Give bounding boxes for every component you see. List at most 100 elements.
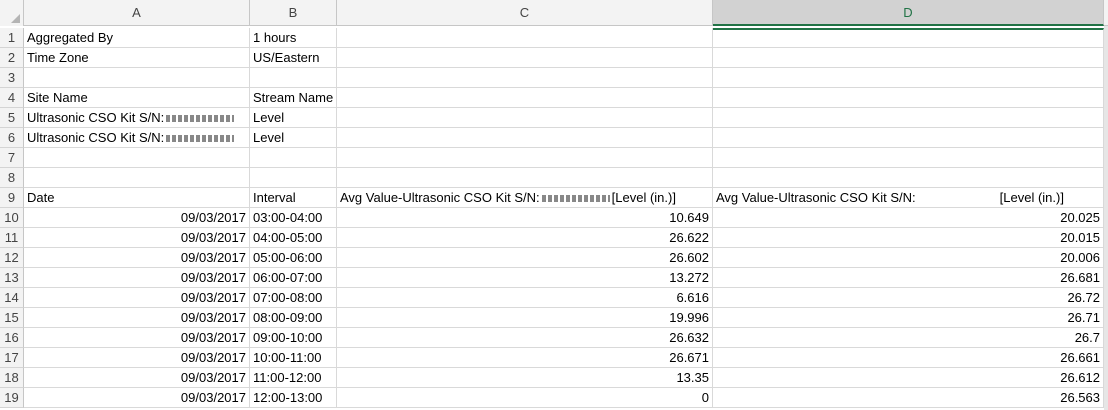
cell-b9[interactable]: Interval — [250, 188, 337, 208]
cell-b17[interactable]: 10:00-11:00 — [250, 348, 337, 368]
column-header-d[interactable]: D — [713, 0, 1104, 26]
cell-b2[interactable]: US/Eastern — [250, 48, 337, 68]
cell-d15[interactable]: 26.71 — [713, 308, 1104, 328]
row-header[interactable]: 5 — [0, 108, 24, 128]
cell-a16[interactable]: 09/03/2017 — [24, 328, 250, 348]
row-header[interactable]: 1 — [0, 28, 24, 48]
cell-b6[interactable]: Level — [250, 128, 337, 148]
cell-b11[interactable]: 04:00-05:00 — [250, 228, 337, 248]
cell-b10[interactable]: 03:00-04:00 — [250, 208, 337, 228]
cell-a15[interactable]: 09/03/2017 — [24, 308, 250, 328]
cell-d17[interactable]: 26.661 — [713, 348, 1104, 368]
cell-d19[interactable]: 26.563 — [713, 388, 1104, 408]
cell-d16[interactable]: 26.7 — [713, 328, 1104, 348]
cell-a6[interactable]: Ultrasonic CSO Kit S/N: — [24, 128, 250, 148]
row-header[interactable]: 6 — [0, 128, 24, 148]
column-header-c[interactable]: C — [337, 0, 713, 26]
cell-a5[interactable]: Ultrasonic CSO Kit S/N: — [24, 108, 250, 128]
cell-d9[interactable]: Avg Value-Ultrasonic CSO Kit S/N: [Level … — [713, 188, 1104, 208]
cell-a7[interactable] — [24, 148, 250, 168]
cell-d18[interactable]: 26.612 — [713, 368, 1104, 388]
column-header-b[interactable]: B — [250, 0, 337, 26]
row-header[interactable]: 16 — [0, 328, 24, 348]
row-header[interactable]: 2 — [0, 48, 24, 68]
cell-c11[interactable]: 26.622 — [337, 228, 713, 248]
cell-d12[interactable]: 20.006 — [713, 248, 1104, 268]
column-header-a[interactable]: A — [24, 0, 250, 26]
cell-b7[interactable] — [250, 148, 337, 168]
cell-d8[interactable] — [713, 168, 1104, 188]
cell-c7[interactable] — [337, 148, 713, 168]
cell-a4[interactable]: Site Name — [24, 88, 250, 108]
cell-c14[interactable]: 6.616 — [337, 288, 713, 308]
row-header[interactable]: 4 — [0, 88, 24, 108]
cell-c5[interactable] — [337, 108, 713, 128]
cell-d13[interactable]: 26.681 — [713, 268, 1104, 288]
cell-a8[interactable] — [24, 168, 250, 188]
cell-b4[interactable]: Stream Name — [250, 88, 337, 108]
row-header[interactable]: 14 — [0, 288, 24, 308]
cell-a10[interactable]: 09/03/2017 — [24, 208, 250, 228]
cell-c12[interactable]: 26.602 — [337, 248, 713, 268]
cell-d6[interactable] — [713, 128, 1104, 148]
cell-c9[interactable]: Avg Value-Ultrasonic CSO Kit S/N: [Level … — [337, 188, 713, 208]
row-header[interactable]: 13 — [0, 268, 24, 288]
cell-a18[interactable]: 09/03/2017 — [24, 368, 250, 388]
cell-c8[interactable] — [337, 168, 713, 188]
row-header[interactable]: 7 — [0, 148, 24, 168]
cell-d5[interactable] — [713, 108, 1104, 128]
cell-b12[interactable]: 05:00-06:00 — [250, 248, 337, 268]
row-header[interactable]: 8 — [0, 168, 24, 188]
cell-b3[interactable] — [250, 68, 337, 88]
row-header[interactable]: 10 — [0, 208, 24, 228]
cell-a9[interactable]: Date — [24, 188, 250, 208]
cell-d2[interactable] — [713, 48, 1104, 68]
cell-c1[interactable] — [337, 28, 713, 48]
cell-c10[interactable]: 10.649 — [337, 208, 713, 228]
cell-b5[interactable]: Level — [250, 108, 337, 128]
cell-c17[interactable]: 26.671 — [337, 348, 713, 368]
cell-d1[interactable] — [713, 28, 1104, 48]
cell-b14[interactable]: 07:00-08:00 — [250, 288, 337, 308]
select-all-button[interactable] — [0, 0, 24, 26]
cell-a12[interactable]: 09/03/2017 — [24, 248, 250, 268]
cell-c19[interactable]: 0 — [337, 388, 713, 408]
cell-d7[interactable] — [713, 148, 1104, 168]
cell-a13[interactable]: 09/03/2017 — [24, 268, 250, 288]
cell-d3[interactable] — [713, 68, 1104, 88]
row-header[interactable]: 17 — [0, 348, 24, 368]
row-header[interactable]: 19 — [0, 388, 24, 408]
row-header[interactable]: 18 — [0, 368, 24, 388]
cell-b16[interactable]: 09:00-10:00 — [250, 328, 337, 348]
cell-c4[interactable] — [337, 88, 713, 108]
cell-a2[interactable]: Time Zone — [24, 48, 250, 68]
cell-c2[interactable] — [337, 48, 713, 68]
row-header[interactable]: 11 — [0, 228, 24, 248]
cell-a3[interactable] — [24, 68, 250, 88]
cell-a19[interactable]: 09/03/2017 — [24, 388, 250, 408]
cell-b8[interactable] — [250, 168, 337, 188]
cell-a14[interactable]: 09/03/2017 — [24, 288, 250, 308]
cell-d14[interactable]: 26.72 — [713, 288, 1104, 308]
vertical-scrollbar[interactable] — [1104, 26, 1108, 410]
cell-a11[interactable]: 09/03/2017 — [24, 228, 250, 248]
cell-a1[interactable]: Aggregated By — [24, 28, 250, 48]
cell-b1[interactable]: 1 hours — [250, 28, 337, 48]
cell-a17[interactable]: 09/03/2017 — [24, 348, 250, 368]
cell-d10[interactable]: 20.025 — [713, 208, 1104, 228]
cell-b13[interactable]: 06:00-07:00 — [250, 268, 337, 288]
cell-c6[interactable] — [337, 128, 713, 148]
cell-b18[interactable]: 11:00-12:00 — [250, 368, 337, 388]
cell-c3[interactable] — [337, 68, 713, 88]
cell-b15[interactable]: 08:00-09:00 — [250, 308, 337, 328]
row-header[interactable]: 12 — [0, 248, 24, 268]
row-header[interactable]: 15 — [0, 308, 24, 328]
cell-c13[interactable]: 13.272 — [337, 268, 713, 288]
cell-c15[interactable]: 19.996 — [337, 308, 713, 328]
cell-d11[interactable]: 20.015 — [713, 228, 1104, 248]
cell-d4[interactable] — [713, 88, 1104, 108]
row-header[interactable]: 3 — [0, 68, 24, 88]
cell-c18[interactable]: 13.35 — [337, 368, 713, 388]
row-header[interactable]: 9 — [0, 188, 24, 208]
cell-b19[interactable]: 12:00-13:00 — [250, 388, 337, 408]
